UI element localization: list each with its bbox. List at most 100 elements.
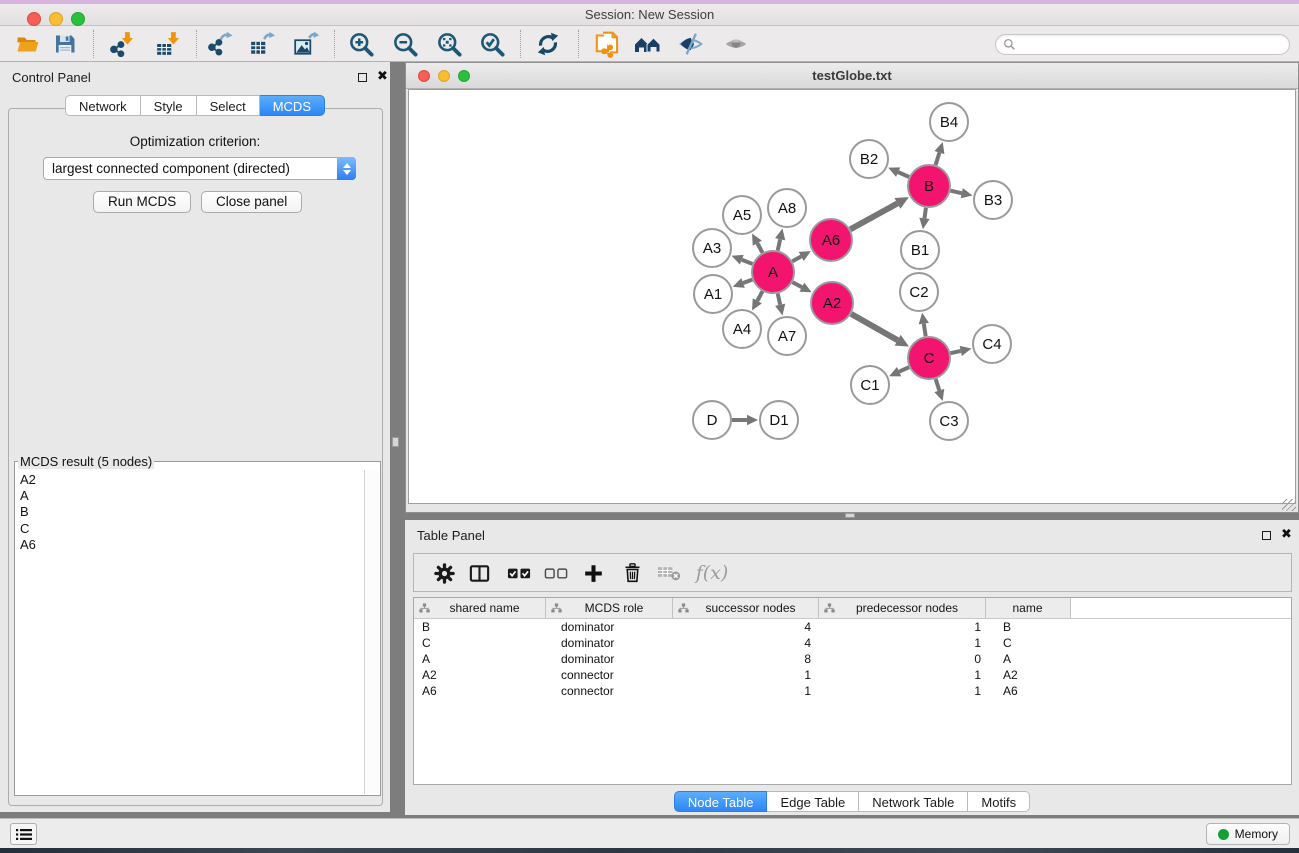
close-panel-icon[interactable]: ✖ [377,68,388,84]
column-header-mcds-role[interactable]: MCDS role [546,598,673,618]
float-panel-icon[interactable] [1262,531,1271,540]
column-header-successor-nodes[interactable]: successor nodes [673,598,819,618]
graph-node-a6[interactable]: A6 [810,219,852,261]
graph-edge[interactable] [850,203,897,229]
graph-node-b[interactable]: B [908,165,950,207]
graph-node-d1[interactable]: D1 [760,401,798,439]
vertical-splitter-grip[interactable] [392,437,399,447]
graph-edge[interactable] [757,243,762,253]
graph-edge[interactable] [792,256,801,261]
graph-node-d[interactable]: D [693,401,731,439]
mcds-result-item[interactable]: B [20,504,364,520]
graph-edge[interactable] [757,291,762,301]
graph-edge[interactable] [899,367,909,372]
eye-icon[interactable] [719,29,753,59]
tab-style[interactable]: Style [141,95,197,116]
export-network-icon[interactable] [203,29,237,59]
close-panel-button[interactable]: Close panel [201,191,302,213]
tab-network[interactable]: Network [65,95,141,116]
export-table-icon[interactable] [245,29,279,59]
mcds-result-item[interactable]: A [20,488,364,504]
graph-node-c1[interactable]: C1 [851,366,889,404]
graph-edge[interactable] [924,208,925,219]
graph-node-a4[interactable]: A4 [723,310,761,348]
table-row[interactable]: Cdominator41C [414,635,1291,651]
trash-icon[interactable] [616,557,648,589]
save-icon[interactable] [48,29,82,59]
graph-edge[interactable] [742,260,753,264]
open-folder-icon[interactable] [10,29,44,59]
tab-edge-table[interactable]: Edge Table [767,791,859,812]
gear-icon[interactable] [428,557,460,589]
graph-node-c4[interactable]: C4 [973,325,1011,363]
graph-node-a[interactable]: A [752,251,794,293]
delete-table-icon[interactable] [653,557,685,589]
graph-node-a7[interactable]: A7 [768,317,806,355]
mcds-result-item[interactable]: A2 [20,472,364,488]
tab-node-table[interactable]: Node Table [674,791,768,812]
column-header-shared-name[interactable]: shared name [414,598,546,618]
mcds-result-item[interactable]: A6 [20,537,364,553]
graph-edge[interactable] [778,293,780,304]
graph-edge[interactable] [743,280,752,283]
table-row[interactable]: Bdominator41B [414,619,1291,635]
table-row[interactable]: A2connector11A2 [414,667,1291,683]
network-graph[interactable]: B4B2BB3A8A5A6A3B1AA1C2A2A4A7C4CC1C3DD1 [409,90,1297,505]
graph-node-c[interactable]: C [908,337,950,379]
mcds-list-scrollbar[interactable] [364,470,379,794]
mcds-result-list[interactable]: A2ABCA6 [16,470,364,794]
graph-edge[interactable] [950,351,960,353]
tab-mcds[interactable]: MCDS [260,95,325,116]
graph-node-a3[interactable]: A3 [693,229,731,267]
search-input[interactable] [995,34,1290,55]
float-panel-icon[interactable] [358,73,367,82]
zoom-selected-icon[interactable] [475,29,509,59]
home-icon[interactable] [631,29,665,59]
graph-node-a1[interactable]: A1 [694,275,732,313]
deselect-all-icon[interactable] [540,557,572,589]
column-header-name[interactable]: name [986,598,1071,618]
optimization-criterion-select[interactable]: largest connected component (directed) [43,157,356,180]
zoom-out-icon[interactable] [388,29,422,59]
tab-select[interactable]: Select [197,95,260,116]
mcds-result-item[interactable]: C [20,521,364,537]
tab-network-table[interactable]: Network Table [859,791,968,812]
run-mcds-button[interactable]: Run MCDS [93,191,191,213]
graph-node-c3[interactable]: C3 [930,402,968,440]
tab-motifs[interactable]: Motifs [968,791,1030,812]
graph-node-a5[interactable]: A5 [723,196,761,234]
table-row[interactable]: A6connector11A6 [414,683,1291,699]
graph-edge[interactable] [778,239,780,250]
column-header-predecessor-nodes[interactable]: predecessor nodes [819,598,986,618]
graph-edge[interactable] [936,379,940,391]
memory-button[interactable]: Memory [1206,823,1290,845]
refresh-icon[interactable] [531,29,565,59]
graph-node-c2[interactable]: C2 [900,273,938,311]
columns-icon[interactable] [463,557,495,589]
graph-node-a8[interactable]: A8 [768,189,806,227]
zoom-in-icon[interactable] [344,29,378,59]
graph-node-b1[interactable]: B1 [901,231,939,269]
graph-edge[interactable] [936,153,940,165]
network-canvas[interactable]: B4B2BB3A8A5A6A3B1AA1C2A2A4A7C4CC1C3DD1 [408,89,1296,504]
close-panel-icon[interactable]: ✖ [1281,526,1292,542]
table-row[interactable]: Adominator80A [414,651,1291,667]
clone-network-icon[interactable] [590,29,624,59]
hide-eye-icon[interactable] [674,29,708,59]
window-resize-grip[interactable] [1282,499,1296,511]
select-all-icon[interactable] [503,557,535,589]
task-history-icon[interactable] [10,823,37,845]
export-image-icon[interactable] [289,29,323,59]
function-icon[interactable]: f(x) [690,557,734,589]
add-icon[interactable] [577,557,609,589]
graph-edge[interactable] [924,324,926,337]
graph-node-b3[interactable]: B3 [974,181,1012,219]
graph-edge[interactable] [898,172,909,177]
graph-node-a2[interactable]: A2 [811,282,853,324]
zoom-fit-icon[interactable] [432,29,466,59]
import-network-icon[interactable] [105,29,139,59]
horizontal-splitter-grip[interactable] [845,513,855,518]
graph-edge[interactable] [950,191,961,193]
graph-edge[interactable] [792,282,801,287]
graph-edge[interactable] [851,314,898,340]
